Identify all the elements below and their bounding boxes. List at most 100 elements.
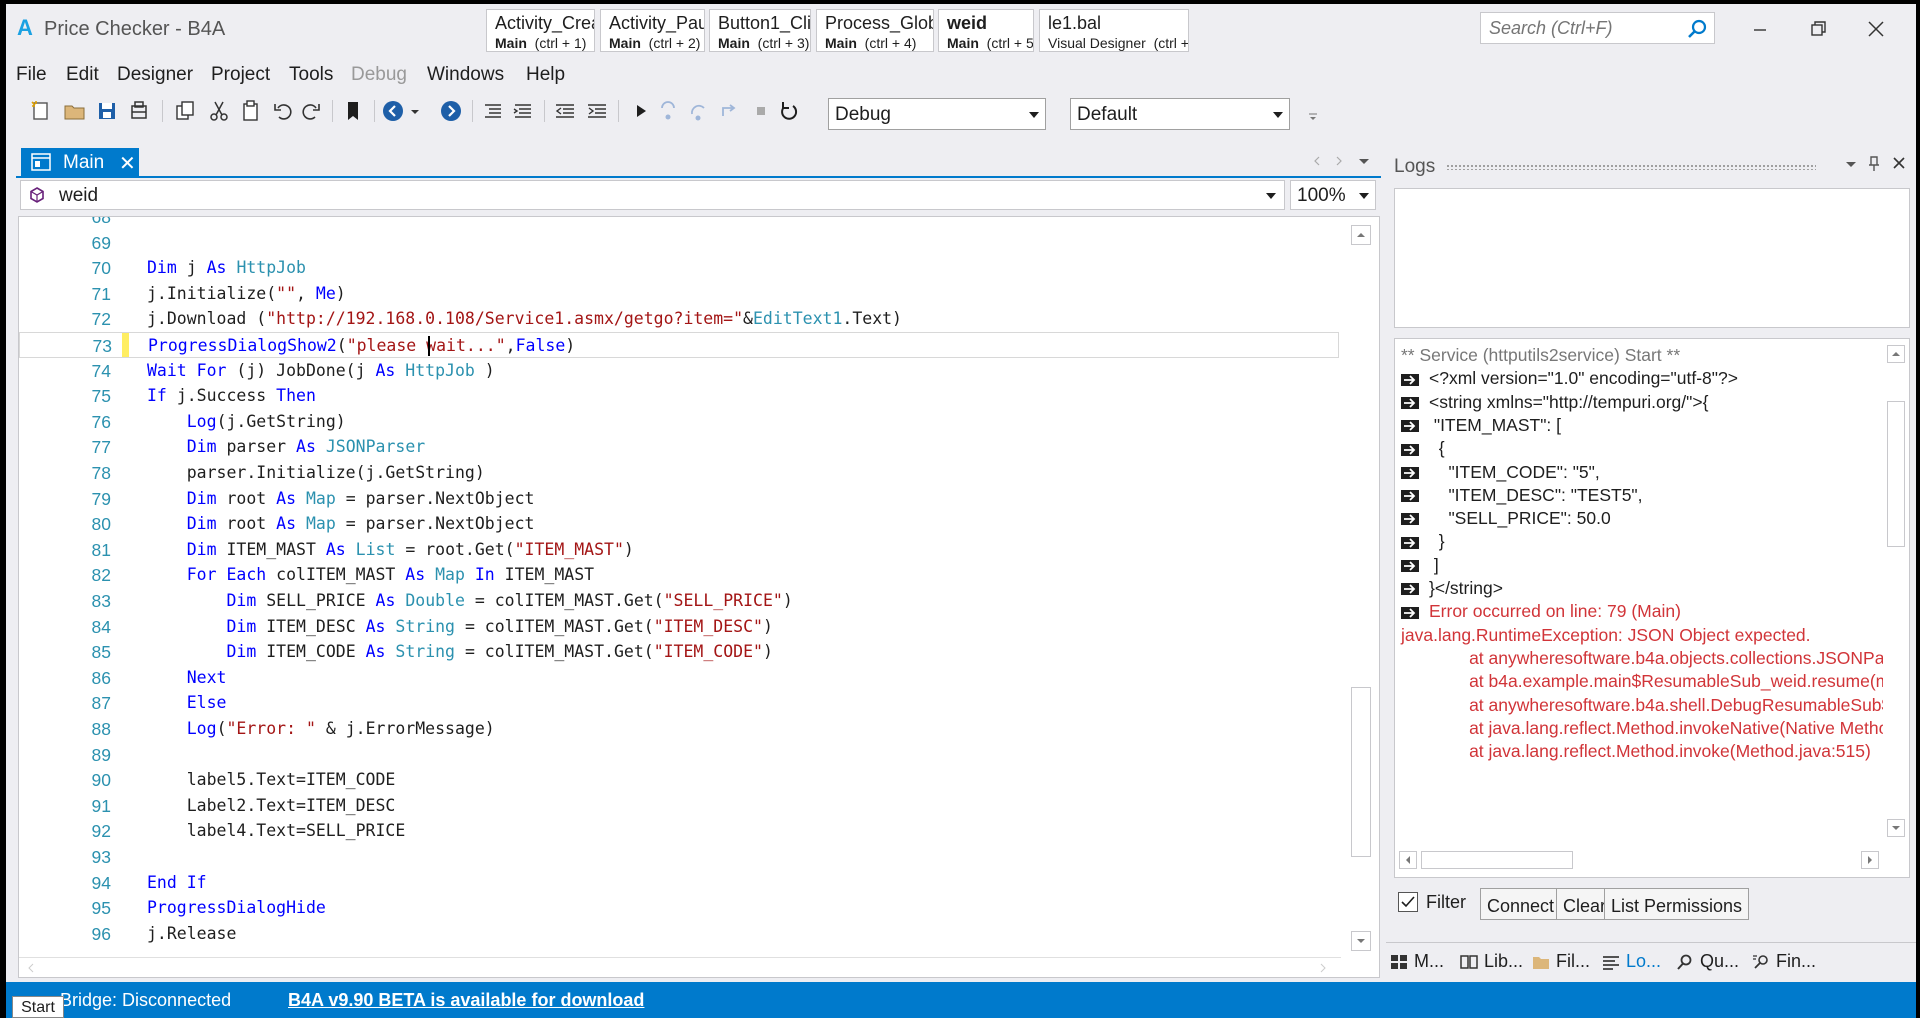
close-icon[interactable]: [1856, 12, 1896, 46]
open-folder-icon[interactable]: [62, 98, 88, 124]
scroll-right-icon[interactable]: [1317, 962, 1329, 974]
quick-tab-button1-click[interactable]: Button1_Click Main (ctrl + 3): [709, 9, 811, 52]
tab-libraries[interactable]: Lib...: [1460, 951, 1523, 972]
code-line[interactable]: 75 If j.Success Then: [19, 383, 1339, 409]
paste-icon[interactable]: [238, 98, 264, 124]
navigate-forward-icon[interactable]: [438, 98, 464, 124]
code-line[interactable]: 87 Else: [19, 690, 1339, 716]
export-icon[interactable]: [126, 98, 152, 124]
scroll-thumb[interactable]: [1351, 687, 1371, 857]
tab-find[interactable]: Fin...: [1752, 951, 1816, 972]
logs-filter-area[interactable]: [1394, 188, 1910, 328]
horizontal-scrollbar[interactable]: [19, 957, 1341, 977]
code-line[interactable]: 93: [19, 844, 1339, 870]
run-icon[interactable]: [628, 98, 654, 124]
menu-debug[interactable]: Debug: [351, 64, 407, 86]
code-line[interactable]: 80 Dim root As Map = parser.NextObject: [19, 511, 1339, 537]
quick-tab-activity-pause[interactable]: Activity_Pause Main (ctrl + 2): [600, 9, 705, 52]
bookmark-icon[interactable]: [340, 98, 366, 124]
tab-logs[interactable]: Lo...: [1602, 951, 1661, 972]
quick-tab-process-globals[interactable]: Process_Globals Main (ctrl + 4): [816, 9, 934, 52]
code-line[interactable]: 68: [19, 217, 1339, 230]
menu-windows[interactable]: Windows: [427, 64, 504, 86]
connect-button[interactable]: Connect: [1480, 888, 1562, 920]
stop-icon[interactable]: [748, 98, 774, 124]
tab-main[interactable]: Main ✕: [21, 148, 139, 176]
menu-tools[interactable]: Tools: [289, 64, 333, 86]
tab-scroll-arrows-icon[interactable]: [1311, 152, 1381, 170]
redo-icon[interactable]: [298, 98, 324, 124]
vertical-scrollbar[interactable]: [1341, 217, 1379, 977]
menu-file[interactable]: File: [16, 64, 47, 86]
update-link[interactable]: B4A v9.90 BETA is available for download: [288, 990, 644, 1011]
scroll-up-button[interactable]: [1351, 225, 1371, 245]
code-line[interactable]: 73 ProgressDialogShow2("please wait...",F…: [19, 332, 1339, 358]
chevron-down-icon[interactable]: [408, 98, 422, 124]
menu-project[interactable]: Project: [211, 64, 270, 86]
restart-icon[interactable]: [776, 98, 802, 124]
code-line[interactable]: 95 ProgressDialogHide: [19, 895, 1339, 921]
step-in-icon[interactable]: [656, 98, 682, 124]
minimize-icon[interactable]: [1740, 12, 1780, 46]
build-config-select[interactable]: Debug: [828, 98, 1046, 130]
tab-files[interactable]: Fil...: [1532, 951, 1590, 972]
toolbar-overflow-icon[interactable]: [1306, 98, 1320, 124]
code-line[interactable]: 78 parser.Initialize(j.GetString): [19, 460, 1339, 486]
code-line[interactable]: 89: [19, 742, 1339, 768]
copy-icon[interactable]: [172, 98, 198, 124]
search-icon[interactable]: [1686, 18, 1708, 40]
code-line[interactable]: 85 Dim ITEM_CODE As String = colITEM_MAS…: [19, 639, 1339, 665]
pin-icon[interactable]: [1869, 156, 1879, 171]
code-line[interactable]: 81 Dim ITEM_MAST As List = root.Get("ITE…: [19, 537, 1339, 563]
scroll-up-button[interactable]: [1887, 345, 1905, 363]
code-line[interactable]: 74 Wait For (j) JobDone(j As HttpJob ): [19, 358, 1339, 384]
code-line[interactable]: 69: [19, 230, 1339, 256]
uncomment-block-icon[interactable]: [510, 98, 536, 124]
menu-edit[interactable]: Edit: [66, 64, 99, 86]
code-line[interactable]: 79 Dim root As Map = parser.NextObject: [19, 486, 1339, 512]
scroll-thumb[interactable]: [1887, 401, 1905, 547]
step-over-icon[interactable]: [686, 98, 712, 124]
comment-block-icon[interactable]: [480, 98, 506, 124]
code-line[interactable]: 92 label4.Text=SELL_PRICE: [19, 818, 1339, 844]
scroll-left-button[interactable]: [1399, 851, 1417, 869]
list-permissions-button[interactable]: List Permissions: [1604, 888, 1750, 920]
filter-checkbox[interactable]: [1398, 892, 1418, 912]
device-select[interactable]: Default: [1070, 98, 1290, 130]
logs-horizontal-scrollbar[interactable]: [1395, 847, 1885, 873]
code-line[interactable]: 90 label5.Text=ITEM_CODE: [19, 767, 1339, 793]
zoom-select[interactable]: 100%: [1290, 180, 1376, 210]
menu-designer[interactable]: Designer: [117, 64, 193, 86]
code-line[interactable]: 91 Label2.Text=ITEM_DESC: [19, 793, 1339, 819]
code-line[interactable]: 77 Dim parser As JSONParser: [19, 434, 1339, 460]
close-icon[interactable]: [1893, 157, 1905, 169]
cut-icon[interactable]: [206, 98, 232, 124]
start-button[interactable]: Start: [12, 996, 64, 1018]
scroll-right-button[interactable]: [1861, 851, 1879, 869]
code-line[interactable]: 84 Dim ITEM_DESC As String = colITEM_MAS…: [19, 614, 1339, 640]
navigate-back-icon[interactable]: [380, 98, 406, 124]
tab-quick-search[interactable]: Qu...: [1676, 951, 1739, 972]
code-line[interactable]: 72 j.Download ("http://192.168.0.108/Serv…: [19, 306, 1339, 332]
logs-vertical-scrollbar[interactable]: [1883, 339, 1909, 844]
code-editor[interactable]: 68 69 70 Dim j As HttpJob 71 j.Initialize("",…: [18, 216, 1380, 978]
code-line[interactable]: 76 Log(j.GetString): [19, 409, 1339, 435]
search-input[interactable]: [1481, 13, 1681, 43]
sub-selector[interactable]: weid: [20, 180, 1285, 210]
scroll-thumb[interactable]: [1421, 851, 1573, 869]
scroll-down-button[interactable]: [1887, 819, 1905, 837]
scroll-down-button[interactable]: [1351, 931, 1371, 951]
close-icon[interactable]: ✕: [119, 151, 136, 176]
panel-grip[interactable]: [1446, 164, 1816, 170]
quick-tab-le1-bal[interactable]: le1.bal Visual Designer (ctrl + 6): [1039, 9, 1189, 52]
chevron-down-icon[interactable]: [1846, 162, 1856, 167]
new-file-icon[interactable]: [28, 98, 54, 124]
save-icon[interactable]: [94, 98, 120, 124]
quick-tab-weid[interactable]: weid Main (ctrl + 5): [938, 9, 1034, 52]
quick-tab-activity-create[interactable]: Activity_Create Main (ctrl + 1): [486, 9, 595, 52]
code-line[interactable]: 83 Dim SELL_PRICE As Double = colITEM_MA…: [19, 588, 1339, 614]
code-line[interactable]: 88 Log("Error: " & j.ErrorMessage): [19, 716, 1339, 742]
step-out-icon[interactable]: [716, 98, 742, 124]
restore-icon[interactable]: [1798, 12, 1838, 46]
undo-icon[interactable]: [270, 98, 296, 124]
